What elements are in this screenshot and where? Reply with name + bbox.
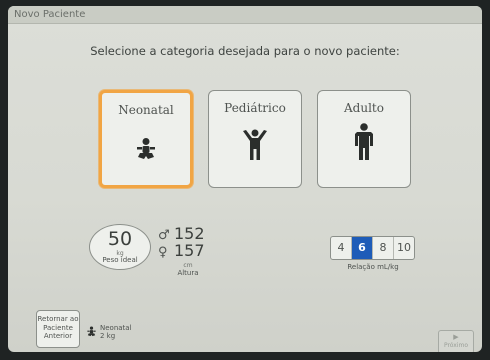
category-adult-button[interactable]: Adulto	[317, 90, 411, 188]
ratio-label: Relação mL/kg	[347, 263, 399, 271]
height-female-row: ♀ 157	[158, 241, 218, 260]
neonatal-small-icon	[87, 326, 96, 337]
window-title: Novo Paciente	[8, 6, 482, 24]
previous-patient-label-line1: Retornar ao	[37, 315, 79, 323]
next-arrow-icon: ▶	[453, 333, 459, 341]
next-button-label: Próximo	[443, 342, 469, 349]
ratio-option-6[interactable]: 6	[351, 237, 372, 259]
height-female-value: 157	[174, 241, 205, 260]
height-male-row: ♂ 152	[158, 224, 218, 243]
previous-patient-label-line2: Paciente	[43, 323, 73, 332]
category-pediatric-button[interactable]: Pediátrico	[208, 90, 302, 188]
category-adult-label: Adulto	[344, 101, 384, 115]
child-icon	[243, 129, 267, 160]
ratio-selector: 4 6 8 10	[330, 236, 415, 260]
height-selector[interactable]: ♂ 152 ♀ 157 cm Altura	[158, 224, 218, 294]
height-unit: cm	[183, 262, 193, 269]
previous-patient-info: Neonatal 2 kg	[86, 324, 156, 344]
neonatal-icon	[137, 138, 155, 159]
previous-patient-weight: 2 kg	[100, 332, 116, 340]
ideal-weight-label: Peso ideal	[102, 256, 138, 264]
previous-patient-label-line3: Anterior	[43, 332, 73, 340]
ideal-weight-value: 50	[107, 228, 133, 250]
category-neonatal-button[interactable]: Neonatal	[99, 90, 193, 188]
ratio-option-10[interactable]: 10	[393, 237, 414, 259]
height-label: Altura	[177, 269, 199, 277]
category-prompt: Selecione a categoria desejada para o no…	[90, 44, 400, 58]
next-button[interactable]: ▶ Próximo	[438, 330, 474, 352]
ratio-option-8[interactable]: 8	[372, 237, 393, 259]
previous-patient-button[interactable]: Retornar ao Paciente Anterior	[36, 310, 80, 348]
ideal-weight-button[interactable]: 50 kg Peso ideal	[89, 224, 151, 270]
category-neonatal-label: Neonatal	[118, 103, 174, 117]
previous-patient-category: Neonatal	[100, 324, 132, 332]
adult-icon	[355, 123, 373, 160]
screen: Novo Paciente Selecione a categoria dese…	[8, 6, 482, 352]
ratio-option-4[interactable]: 4	[331, 237, 351, 259]
previous-patient-details: Neonatal 2 kg	[100, 324, 132, 340]
category-pediatric-label: Pediátrico	[224, 101, 286, 115]
female-icon: ♀	[158, 245, 168, 260]
